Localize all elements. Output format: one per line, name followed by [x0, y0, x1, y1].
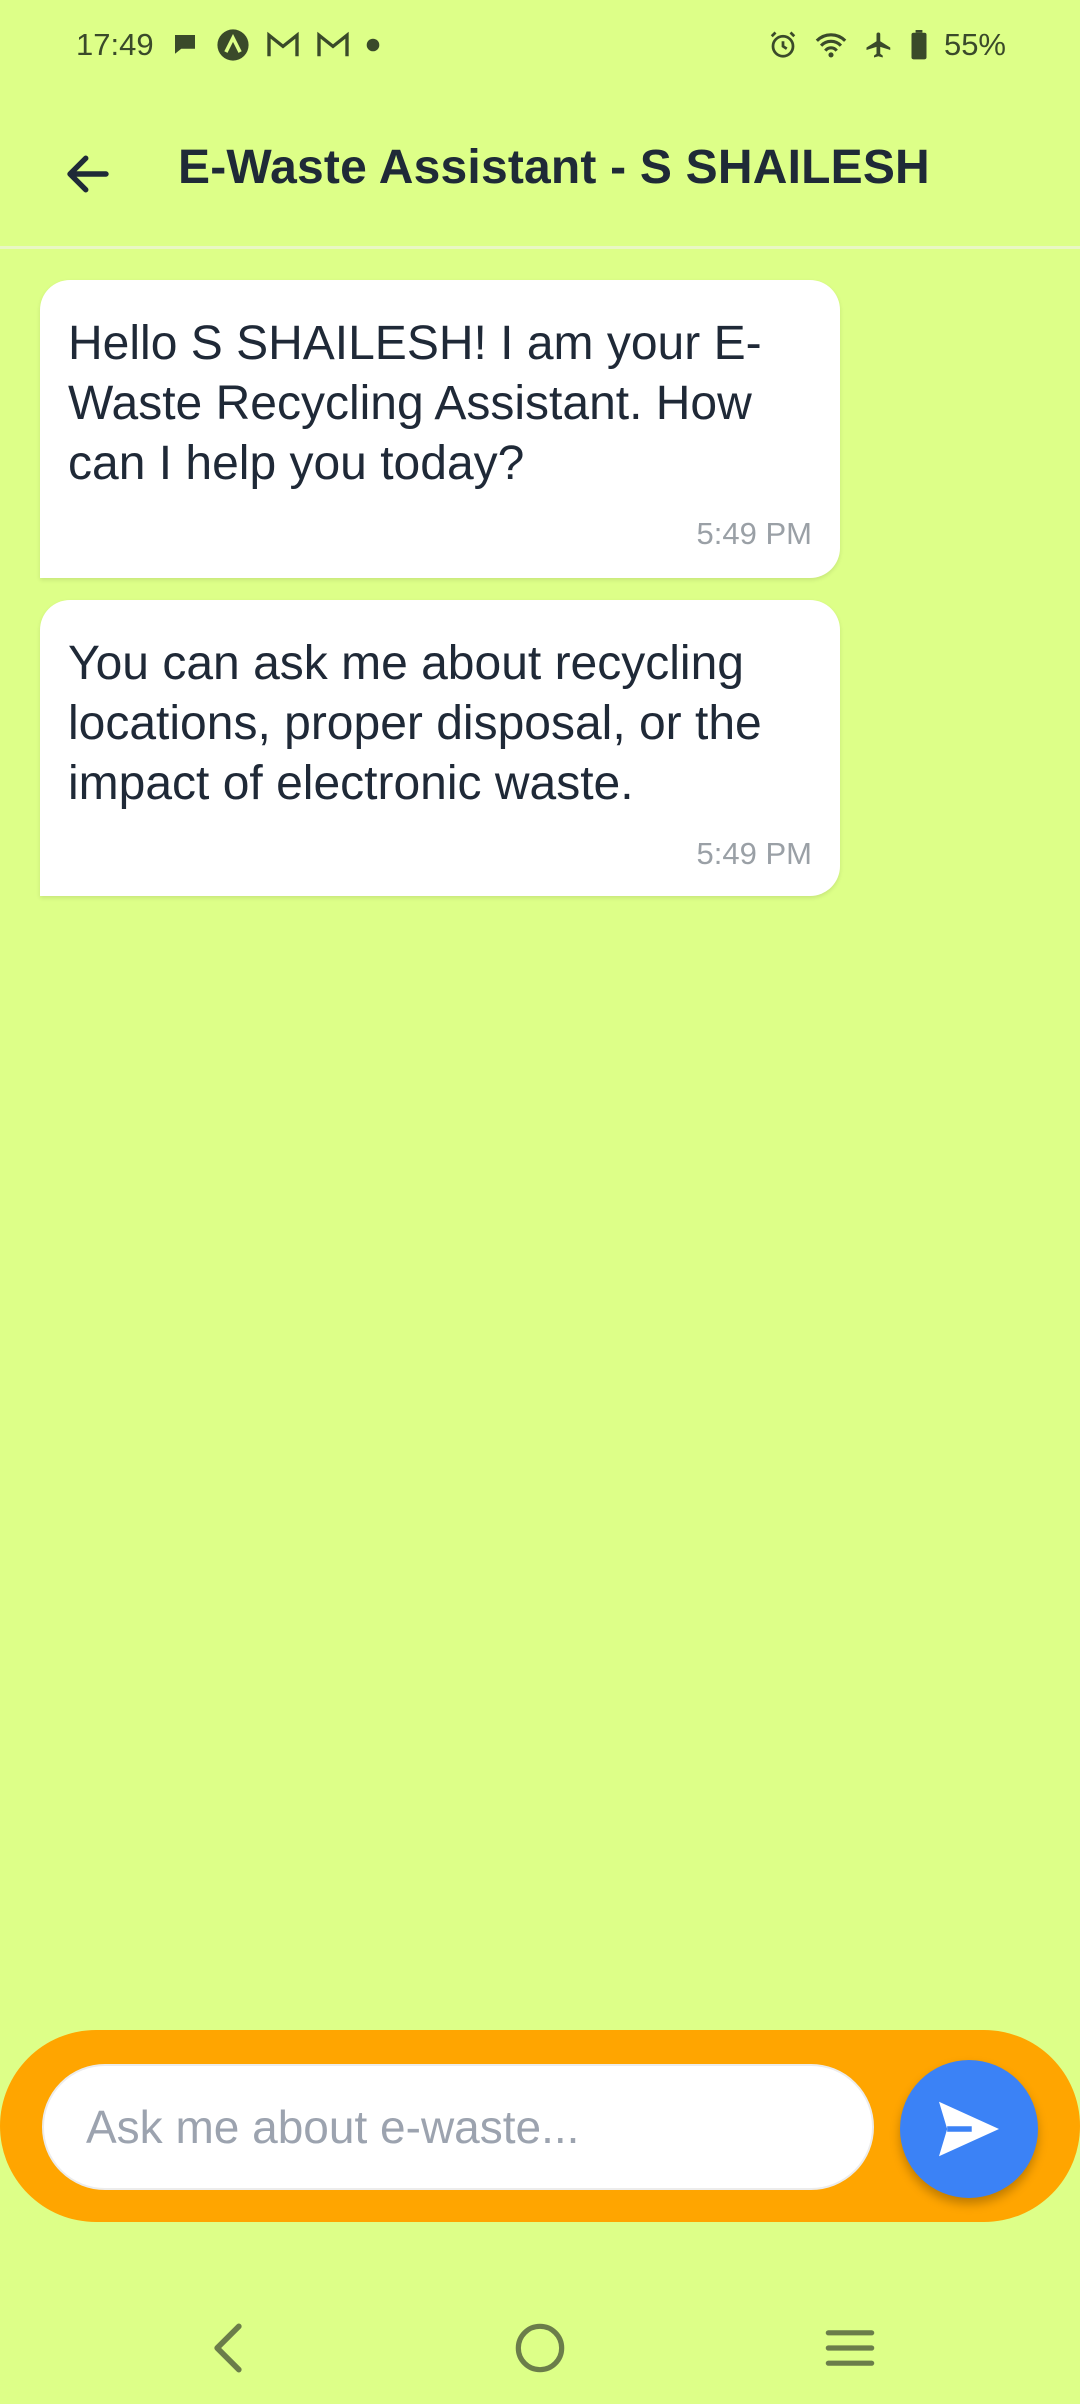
nav-menu-icon [824, 2326, 876, 2370]
composer-bar: Ask me about e-waste... [0, 2030, 1080, 2222]
app-a-icon [216, 28, 250, 62]
message-text: Hello S SHAILESH! I am your E-Waste Recy… [68, 317, 762, 490]
gmail-icon [266, 31, 300, 59]
nav-recents-button[interactable] [810, 2308, 890, 2388]
input-placeholder: Ask me about e-waste... [86, 2101, 580, 2153]
nav-back-button[interactable] [188, 2308, 268, 2388]
status-time: 17:49 [76, 27, 154, 62]
assistant-message: Hello S SHAILESH! I am your E-Waste Recy… [40, 280, 840, 578]
page-title: E-Waste Assistant - S SHAILESH [178, 141, 930, 194]
arrow-left-icon [61, 147, 115, 201]
send-icon [936, 2099, 1002, 2159]
status-bar: 17:49 55% [0, 0, 1080, 90]
back-button[interactable] [56, 142, 120, 206]
send-button[interactable] [900, 2060, 1038, 2198]
header-divider [0, 246, 1080, 249]
dot-icon [366, 38, 380, 52]
nav-home-button[interactable] [500, 2308, 580, 2388]
wifi-icon [814, 30, 848, 60]
battery-icon [910, 30, 928, 60]
message-timestamp: 5:49 PM [696, 836, 812, 871]
nav-back-icon [208, 2322, 248, 2374]
airplane-icon [864, 30, 894, 60]
chat-bubble-icon [170, 30, 200, 60]
message-input[interactable]: Ask me about e-waste... [42, 2064, 874, 2190]
message-text: You can ask me about recycling locations… [68, 637, 762, 810]
battery-percent: 55% [943, 27, 1006, 62]
nav-home-icon [514, 2322, 566, 2374]
status-bar-right: 55% [768, 27, 1006, 63]
system-nav-bar [0, 2290, 1080, 2404]
message-list: Hello S SHAILESH! I am your E-Waste Recy… [40, 280, 840, 918]
gmail-icon [316, 31, 350, 59]
status-bar-left: 17:49 [76, 27, 380, 63]
alarm-icon [768, 30, 798, 60]
message-timestamp: 5:49 PM [696, 516, 812, 551]
app-header: E-Waste Assistant - S SHAILESH [0, 110, 1080, 250]
chat-screen: 17:49 55% E-Waste Assistant - S SHAILESH… [0, 0, 1080, 2404]
assistant-message: You can ask me about recycling locations… [40, 600, 840, 896]
